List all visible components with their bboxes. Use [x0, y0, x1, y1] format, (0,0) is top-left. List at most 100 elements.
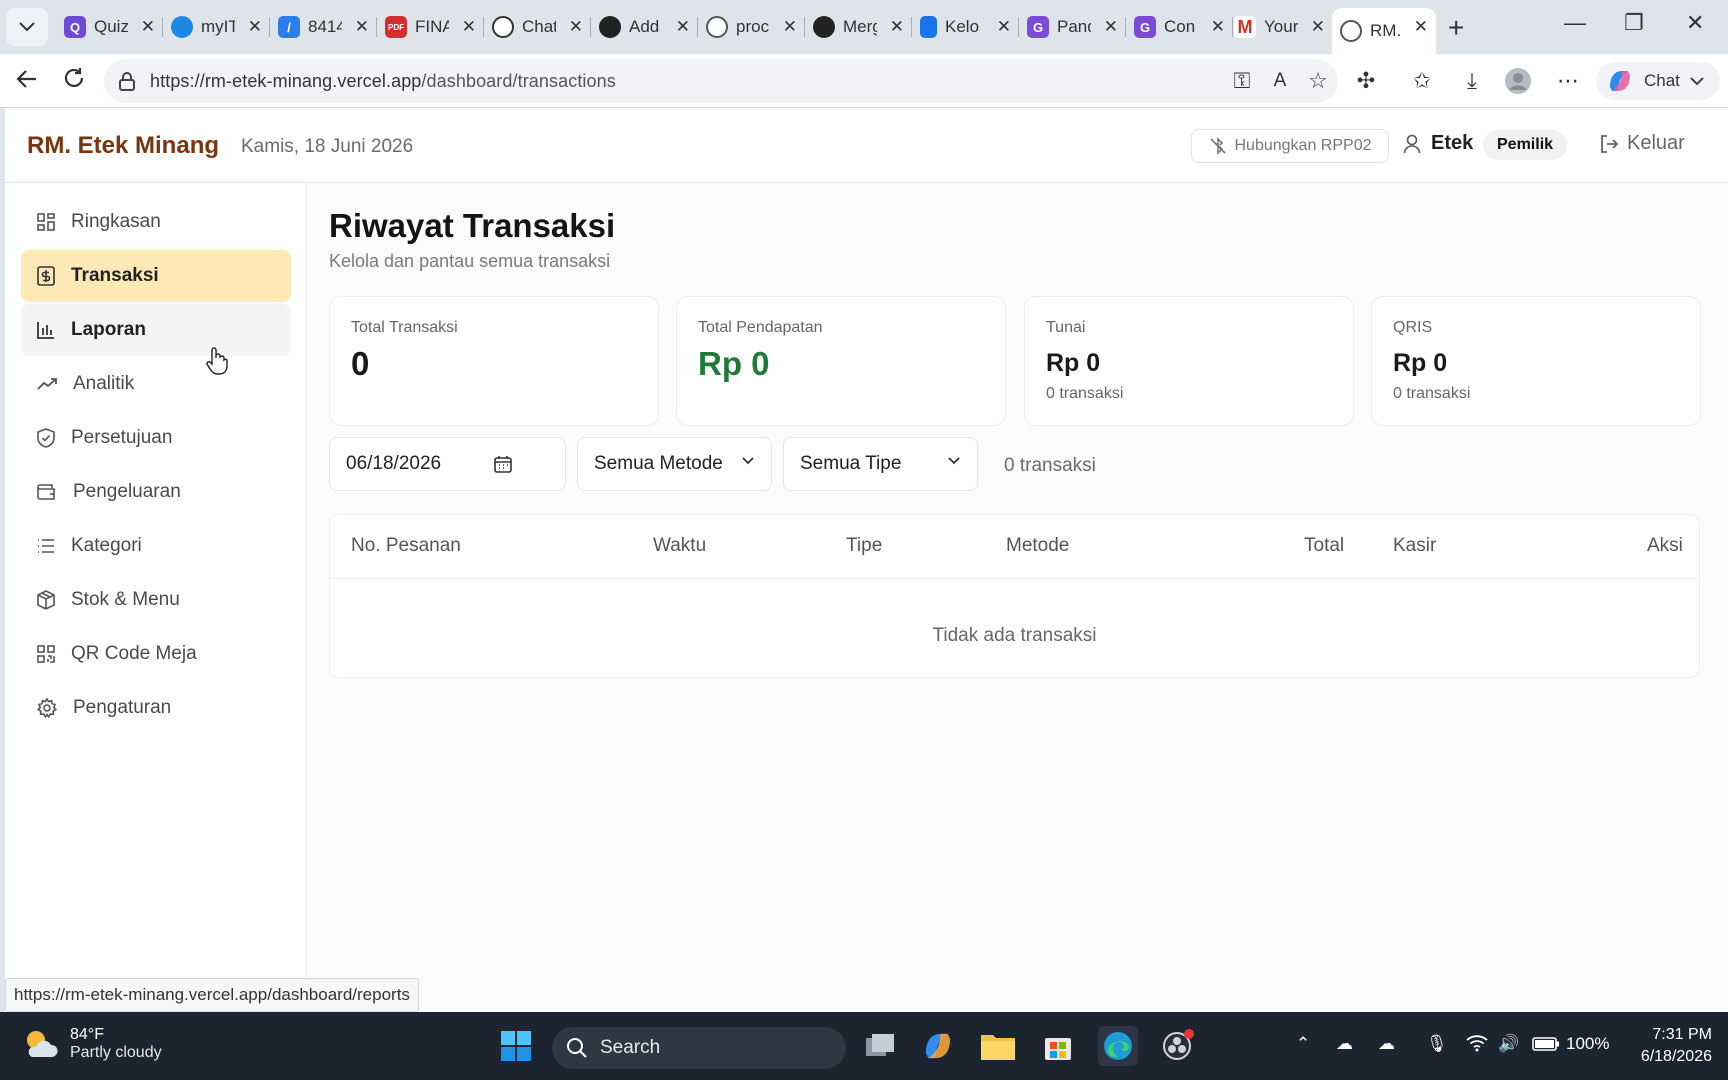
sidebar-item-pengeluaran[interactable]: Pengeluaran	[21, 466, 291, 518]
receipt-icon	[37, 266, 55, 286]
wallet-icon	[37, 484, 55, 500]
sidebar-item-laporan[interactable]: Laporan	[21, 304, 291, 356]
task-view-icon[interactable]	[860, 1026, 900, 1066]
close-tab-icon[interactable]: ✕	[1104, 17, 1118, 37]
calendar-icon[interactable]	[494, 455, 512, 473]
browser-tab[interactable]: myIT ✕	[163, 8, 270, 46]
date-filter-input[interactable]: 06/18/2026	[329, 437, 566, 491]
minimize-button[interactable]: —	[1564, 10, 1586, 36]
battery-indicator[interactable]: 100%	[1532, 1034, 1609, 1054]
browser-tab[interactable]: M Your ✕	[1226, 8, 1333, 46]
reload-icon	[64, 68, 84, 87]
browser-tab[interactable]: ChatGPT ✕	[484, 8, 591, 46]
close-tab-icon[interactable]: ✕	[676, 17, 690, 37]
close-tab-icon[interactable]: ✕	[1311, 17, 1325, 37]
browser-tab[interactable]: G Panduan ✕	[1019, 8, 1126, 46]
browser-tab[interactable]: Add ✕	[591, 8, 698, 46]
app-blue-icon: /	[278, 16, 300, 38]
chatgpt-icon	[492, 16, 514, 38]
address-bar[interactable]: https://rm-etek-minang.vercel.app/dashbo…	[104, 59, 1338, 103]
sidebar-item-persetujuan[interactable]: Persetujuan	[21, 412, 291, 464]
start-button[interactable]	[496, 1026, 536, 1066]
url-text: https://rm-etek-minang.vercel.app/dashbo…	[150, 70, 616, 91]
brand-logo-text[interactable]: RM. Etek Minang	[27, 132, 219, 160]
translate-icon[interactable]: A	[1266, 67, 1294, 95]
connect-printer-button[interactable]: Hubungkan RPP02	[1191, 129, 1389, 163]
close-tab-icon[interactable]: ✕	[462, 17, 476, 37]
package-icon	[37, 590, 55, 610]
close-tab-icon[interactable]: ✕	[997, 17, 1011, 37]
password-key-icon[interactable]: ⚿	[1228, 67, 1256, 95]
payment-method-select[interactable]: Semua Metode	[577, 437, 772, 491]
search-icon	[567, 1038, 587, 1058]
stat-subtext: 0 transaksi	[1393, 385, 1471, 402]
microphone-icon[interactable]: 🎙	[1426, 1034, 1448, 1054]
weather-widget[interactable]: 84°F Partly cloudy	[22, 1026, 162, 1062]
taskbar-search[interactable]: Search	[552, 1027, 846, 1069]
logout-button[interactable]: Keluar	[1599, 132, 1685, 155]
favorite-star-icon[interactable]: ☆	[1304, 67, 1332, 95]
sidebar-item-qr-code-meja[interactable]: QR Code Meja	[21, 628, 291, 680]
reload-button[interactable]	[62, 66, 86, 97]
close-tab-icon[interactable]: ✕	[248, 17, 262, 37]
windows-logo-icon	[501, 1031, 531, 1061]
copilot-chat-button[interactable]: Chat	[1596, 62, 1720, 100]
tab-actions-menu-button[interactable]	[6, 8, 48, 46]
logout-icon	[1601, 134, 1619, 153]
chevron-down-icon	[1690, 76, 1704, 85]
onedrive-icon[interactable]: ☁	[1378, 1034, 1395, 1054]
obs-recording-icon[interactable]	[1158, 1026, 1198, 1066]
close-tab-icon[interactable]: ✕	[355, 17, 369, 37]
user-icon	[1403, 134, 1421, 153]
stat-label: Tunai	[1046, 319, 1086, 336]
onedrive-sync-icon[interactable]: ☁	[1336, 1034, 1353, 1054]
column-header-waktu: Waktu	[653, 535, 707, 556]
browser-tab[interactable]: G Con ✕	[1126, 8, 1233, 46]
sidebar-item-ringkasan[interactable]: Ringkasan	[21, 196, 291, 248]
sidebar-item-analitik[interactable]: Analitik	[21, 358, 291, 410]
qr-code-icon	[37, 645, 55, 663]
stat-value: Rp 0	[1393, 349, 1448, 377]
system-clock[interactable]: 7:31 PM 6/18/2026	[1616, 1024, 1712, 1068]
sidebar-item-pengaturan[interactable]: Pengaturan	[21, 682, 291, 734]
more-menu-icon[interactable]: ⋯	[1554, 67, 1582, 95]
page-title: Riwayat Transaksi	[329, 207, 616, 244]
close-tab-icon[interactable]: ✕	[1211, 17, 1225, 37]
close-tab-icon[interactable]: ✕	[783, 17, 797, 37]
wifi-icon[interactable]	[1466, 1034, 1488, 1057]
close-tab-icon[interactable]: ✕	[890, 17, 904, 37]
file-explorer-icon[interactable]	[978, 1026, 1018, 1066]
restore-button[interactable]: ❐	[1624, 10, 1644, 36]
show-hidden-icons[interactable]: ⌃	[1296, 1034, 1310, 1054]
extensions-puzzle-icon[interactable]: ✣	[1352, 67, 1380, 95]
close-tab-icon[interactable]: ✕	[141, 17, 155, 37]
copilot-taskbar-icon[interactable]	[918, 1026, 958, 1066]
link-preview-status: https://rm-etek-minang.vercel.app/dashbo…	[5, 978, 419, 1012]
volume-icon[interactable]: 🔊	[1498, 1034, 1519, 1054]
main-content: Riwayat Transaksi Kelola dan pantau semu…	[307, 183, 1728, 1012]
browser-tab[interactable]: / 8414 ✕	[270, 8, 377, 46]
sidebar-item-stok-menu[interactable]: Stok & Menu	[21, 574, 291, 626]
favorites-icon[interactable]: ✩	[1408, 67, 1436, 95]
lock-icon	[119, 72, 135, 91]
browser-tab[interactable]: PDF FINAL ✕	[377, 8, 484, 46]
browser-tab[interactable]: Q Quiz ✕	[56, 8, 163, 46]
back-button[interactable]	[14, 66, 40, 99]
browser-tab[interactable]: proc ✕	[698, 8, 805, 46]
sidebar-item-transaksi[interactable]: Transaksi	[21, 250, 291, 302]
chevron-down-icon	[948, 457, 960, 465]
profile-avatar-icon[interactable]	[1504, 67, 1532, 95]
sidebar-item-kategori[interactable]: Kategori	[21, 520, 291, 572]
browser-tab-active[interactable]: RM. ✕	[1332, 8, 1436, 54]
close-window-button[interactable]: ✕	[1686, 10, 1704, 36]
column-header-tipe: Tipe	[846, 535, 883, 556]
edge-browser-icon[interactable]	[1098, 1026, 1138, 1066]
microsoft-store-icon[interactable]	[1038, 1026, 1078, 1066]
browser-tab[interactable]: Merge ✕	[805, 8, 912, 46]
close-tab-icon[interactable]: ✕	[569, 17, 583, 37]
downloads-icon[interactable]: ⤓	[1458, 67, 1486, 95]
new-tab-button[interactable]: +	[1448, 12, 1464, 44]
browser-tab[interactable]: Kelola ✕	[912, 8, 1019, 46]
transaction-type-select[interactable]: Semua Tipe	[783, 437, 978, 491]
close-tab-icon[interactable]: ✕	[1414, 17, 1428, 37]
